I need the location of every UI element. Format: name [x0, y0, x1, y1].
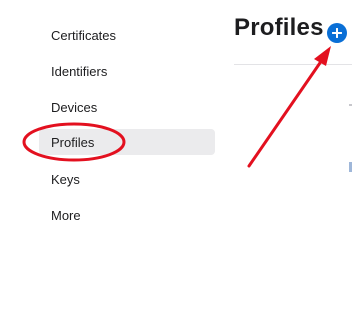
sidebar-item-label: Profiles — [51, 134, 95, 150]
page-title: Profiles — [234, 14, 324, 41]
sidebar-item-devices[interactable]: Devices — [39, 94, 215, 120]
sidebar-item-label: Identifiers — [51, 63, 108, 79]
sidebar-item-more[interactable]: More — [39, 202, 215, 228]
sidebar-item-label: Keys — [51, 171, 80, 187]
pointer-arrowhead — [314, 46, 331, 66]
plus-circle-icon — [332, 28, 342, 38]
sidebar-item-label: Devices — [51, 99, 98, 115]
sidebar-item-certificates[interactable]: Certificates — [39, 22, 215, 48]
sidebar-item-identifiers[interactable]: Identifiers — [39, 58, 215, 84]
sidebar-item-label: More — [51, 207, 81, 223]
sidebar-item-keys[interactable]: Keys — [39, 166, 215, 192]
sidebar-item-profiles[interactable]: Profiles — [39, 129, 215, 155]
header-divider — [234, 64, 352, 65]
sidebar-item-label: Certificates — [51, 27, 117, 43]
add-profile-button[interactable] — [327, 23, 347, 43]
pointer-arrow — [247, 58, 324, 168]
